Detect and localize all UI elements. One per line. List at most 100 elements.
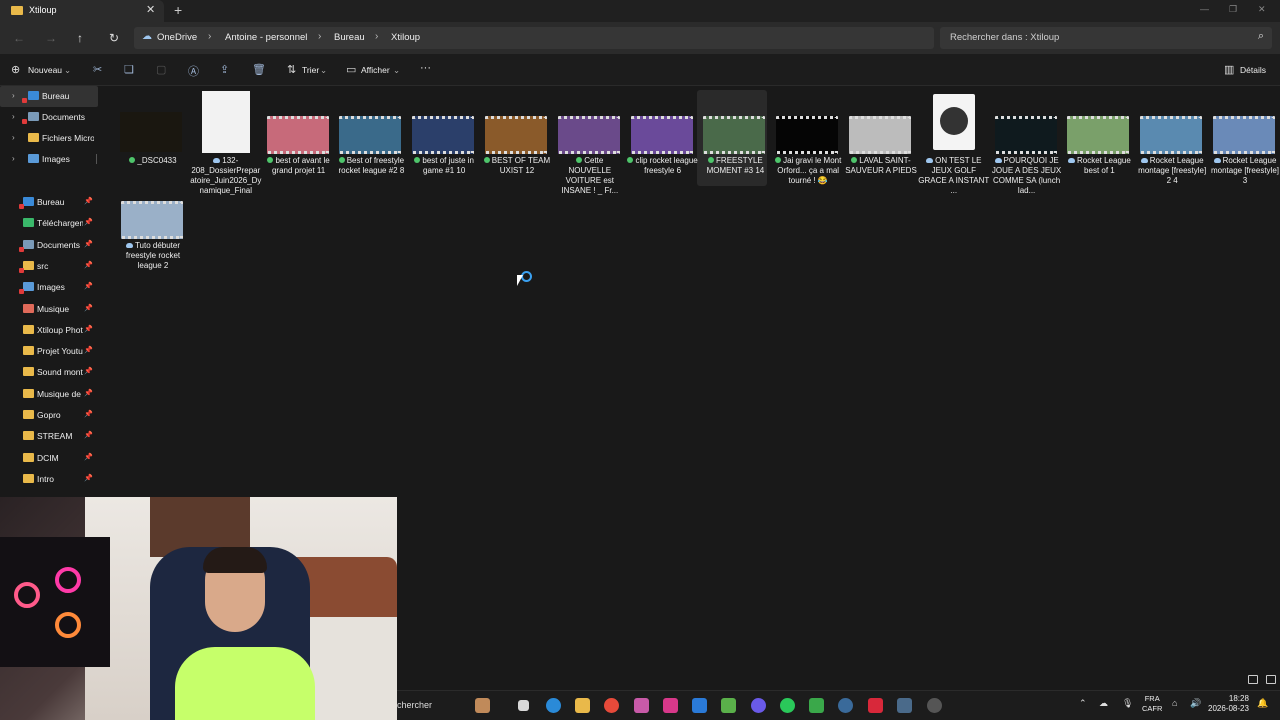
details-button[interactable]: Détails bbox=[1240, 65, 1266, 75]
game-icon[interactable] bbox=[868, 698, 883, 713]
forward-button[interactable]: → bbox=[45, 31, 57, 45]
file-item[interactable]: ON TEST LE JEUX GOLF GRACE A INSTANT ... bbox=[918, 94, 989, 196]
chevron-right-icon[interactable]: › bbox=[12, 154, 15, 163]
pin-icon[interactable]: 📌 bbox=[84, 410, 93, 418]
search-input[interactable]: Rechercher dans : Xtiloup ⌕ bbox=[940, 27, 1272, 49]
pin-icon[interactable]: 📌 bbox=[84, 240, 93, 248]
quick-access-item[interactable]: Documents 📌 bbox=[0, 235, 98, 256]
taskbar-search[interactable]: chercher bbox=[397, 700, 432, 710]
view-button[interactable]: Afficher bbox=[361, 65, 390, 75]
file-item[interactable]: BEST OF TEAM UXIST 12 bbox=[481, 116, 551, 196]
file-item[interactable]: Rocket League best of 1 bbox=[1063, 116, 1133, 196]
pin-icon[interactable]: 📌 bbox=[84, 197, 93, 205]
file-item[interactable]: Tuto débuter freestyle rocket league 2 bbox=[117, 201, 187, 281]
file-item[interactable]: clip rocket league freestyle 6 bbox=[627, 116, 698, 196]
pin-icon[interactable]: 📌 bbox=[84, 325, 93, 333]
file-item[interactable]: 132-208_DossierPreparatoire_Juin2026_Dyn… bbox=[190, 91, 261, 196]
quick-access-item[interactable]: Xtiloup Photo 📌 bbox=[0, 320, 98, 341]
breadcrumb-antoine[interactable]: Antoine - personnel bbox=[225, 32, 307, 43]
pin-icon[interactable]: 📌 bbox=[84, 367, 93, 375]
pin-icon[interactable]: 📌 bbox=[84, 218, 93, 226]
chevron-right-icon[interactable]: › bbox=[12, 91, 15, 100]
app-icon[interactable] bbox=[721, 698, 736, 713]
nav-tree-item[interactable]: › Bureau bbox=[0, 86, 98, 107]
back-button[interactable]: ← bbox=[13, 31, 25, 45]
quick-access-item[interactable]: Musique de r 📌 bbox=[0, 384, 98, 405]
close-window-icon[interactable]: ✕ bbox=[1258, 4, 1266, 15]
breadcrumb-onedrive[interactable]: OneDrive bbox=[157, 32, 197, 43]
file-item[interactable]: LAVAL SAINT-SAUVEUR A PIEDS bbox=[845, 116, 917, 196]
language-indicator[interactable]: FRA CAFR bbox=[1142, 694, 1162, 714]
chevron-right-icon[interactable]: › bbox=[12, 133, 15, 142]
pin-icon[interactable]: 📌 bbox=[84, 389, 93, 397]
quick-access-item[interactable]: Images 📌 bbox=[0, 277, 98, 298]
share-icon[interactable]: ⇪ bbox=[220, 63, 229, 76]
file-item[interactable]: Jai gravi le Mont Orford... ça a mal tou… bbox=[772, 116, 842, 196]
settings-icon[interactable] bbox=[927, 698, 942, 713]
pin-icon[interactable]: 📌 bbox=[84, 304, 93, 312]
chrome-icon[interactable] bbox=[604, 698, 619, 713]
file-item[interactable]: POURQUOI JE JOUE A DES JEUX COMME SA (lu… bbox=[991, 116, 1061, 196]
breadcrumb-bureau[interactable]: Bureau bbox=[334, 32, 365, 43]
clock[interactable]: 18:28 2026-08-23 bbox=[1208, 694, 1249, 714]
file-item[interactable]: Cette NOUVELLE VOITURE est INSANE ! _ Fr… bbox=[554, 116, 624, 196]
instagram-icon[interactable] bbox=[663, 698, 678, 713]
microphone-icon[interactable]: 🎙 bbox=[1122, 698, 1133, 709]
quick-access-item[interactable]: Musique 📌 bbox=[0, 299, 98, 320]
minimize-icon[interactable]: — bbox=[1200, 4, 1209, 14]
file-item[interactable]: Best of freestyle rocket league #2 8 bbox=[335, 116, 405, 196]
file-item[interactable]: Rocket League montage [freestyle] 3 bbox=[1209, 116, 1279, 196]
app-icon[interactable] bbox=[897, 698, 912, 713]
quick-access-item[interactable]: Bureau 📌 bbox=[0, 192, 98, 213]
media-icon[interactable] bbox=[809, 698, 824, 713]
rename-icon[interactable]: Ⓐ bbox=[188, 63, 199, 79]
pin-icon[interactable]: 📌 bbox=[84, 261, 93, 269]
up-button[interactable]: ↑ bbox=[77, 31, 83, 45]
quick-access-item[interactable]: STREAM 📌 bbox=[0, 426, 98, 447]
quick-access-item[interactable]: Intro 📌 bbox=[0, 469, 98, 490]
file-item[interactable]: _DSC0433 bbox=[117, 112, 187, 196]
pin-icon[interactable]: 📌 bbox=[84, 453, 93, 461]
file-item[interactable]: FREESTYLE MOMENT #3 14 bbox=[699, 116, 769, 196]
notification-bell-icon[interactable]: 🔔 bbox=[1257, 698, 1268, 709]
search-highlight-icon[interactable] bbox=[475, 698, 490, 713]
steam-icon[interactable] bbox=[838, 698, 853, 713]
vscode-icon[interactable] bbox=[692, 698, 707, 713]
thumbnails-view-icon[interactable] bbox=[1266, 675, 1276, 684]
file-item[interactable]: best of avant le grand projet 11 bbox=[263, 116, 333, 196]
tab-xtiloup[interactable]: Xtiloup ✕ bbox=[0, 0, 164, 22]
close-tab-icon[interactable]: ✕ bbox=[146, 3, 155, 16]
scrollbar[interactable] bbox=[96, 154, 97, 164]
task-view-icon[interactable] bbox=[518, 700, 529, 711]
nav-tree-item[interactable]: › Images bbox=[0, 149, 98, 170]
paste-icon[interactable]: ▢ bbox=[156, 63, 166, 76]
delete-icon[interactable]: 🗑 bbox=[252, 63, 266, 76]
file-item[interactable]: best of juste in game #1 10 bbox=[408, 116, 478, 196]
new-tab-button[interactable]: + bbox=[174, 2, 182, 18]
quick-access-item[interactable]: Gopro 📌 bbox=[0, 405, 98, 426]
copy-icon[interactable]: ❏ bbox=[124, 63, 134, 76]
quick-access-item[interactable]: Projet Youtul 📌 bbox=[0, 341, 98, 362]
volume-icon[interactable]: 🔊 bbox=[1190, 698, 1201, 709]
nav-tree-item[interactable]: › Fichiers Micros bbox=[0, 128, 98, 149]
pin-icon[interactable]: 📌 bbox=[84, 282, 93, 290]
quick-access-item[interactable]: DCIM 📌 bbox=[0, 448, 98, 469]
quick-access-item[interactable]: src 📌 bbox=[0, 256, 98, 277]
more-button[interactable]: ··· bbox=[420, 62, 431, 74]
quick-access-item[interactable]: Sound monta 📌 bbox=[0, 362, 98, 383]
file-explorer-icon[interactable] bbox=[575, 698, 590, 713]
cut-icon[interactable]: ✂ bbox=[93, 63, 102, 76]
maximize-icon[interactable]: ❐ bbox=[1229, 4, 1237, 15]
discord-icon[interactable] bbox=[751, 698, 766, 713]
spotify-icon[interactable] bbox=[780, 698, 795, 713]
refresh-button[interactable]: ↻ bbox=[109, 31, 119, 45]
quick-access-item[interactable]: Téléchargem 📌 bbox=[0, 213, 98, 234]
breadcrumb-xtiloup[interactable]: Xtiloup bbox=[391, 32, 420, 43]
new-button[interactable]: Nouveau bbox=[28, 65, 62, 75]
chevron-up-icon[interactable]: ⌃ bbox=[1079, 698, 1087, 709]
pin-icon[interactable]: 📌 bbox=[84, 474, 93, 482]
edge-icon[interactable] bbox=[546, 698, 561, 713]
network-icon[interactable]: ⌂ bbox=[1172, 698, 1177, 708]
file-item[interactable]: Rocket League montage [freestyle] 2 4 bbox=[1136, 116, 1206, 196]
chevron-right-icon[interactable]: › bbox=[12, 112, 15, 121]
